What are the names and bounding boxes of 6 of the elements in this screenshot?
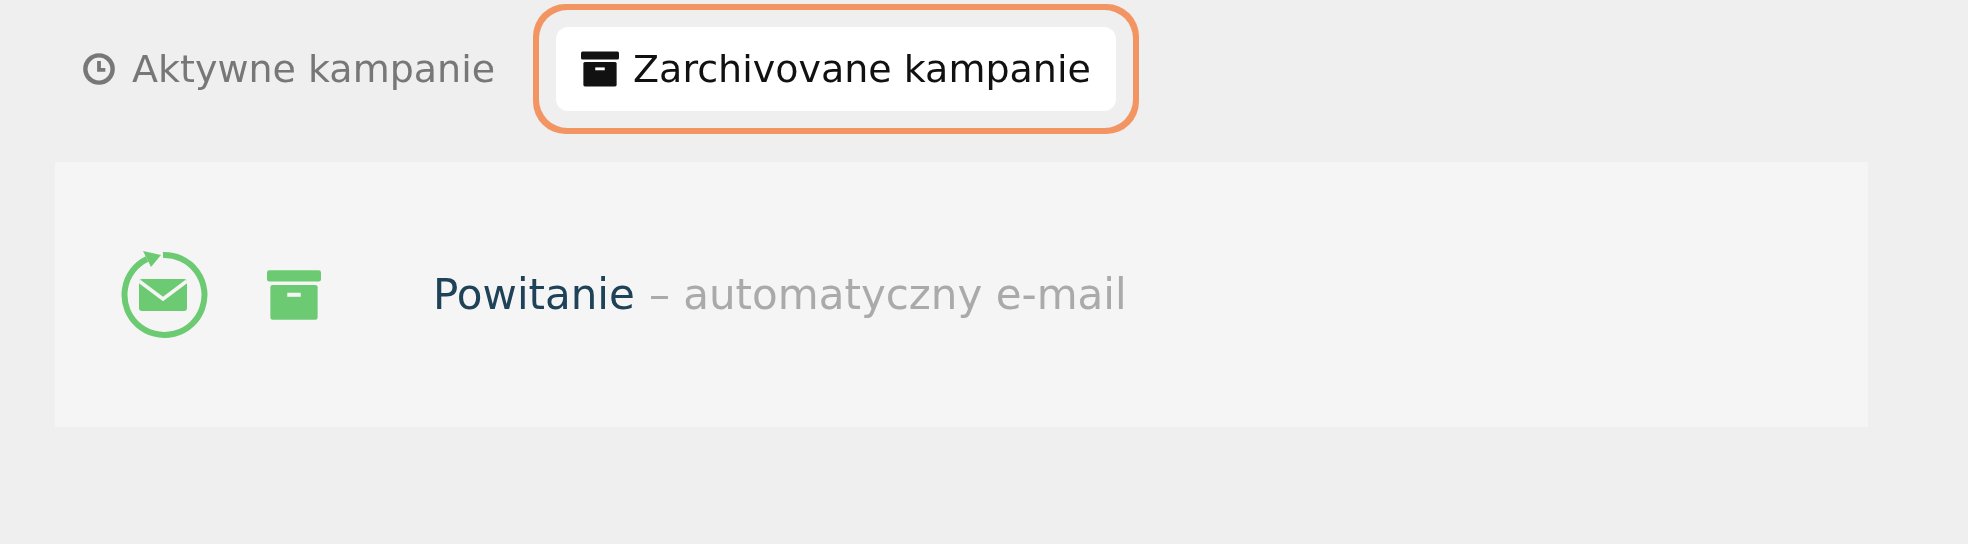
clock-icon	[80, 50, 118, 88]
tab[interactable]: Aktywne kampanie	[55, 27, 521, 111]
campaign-name[interactable]: Powitanie	[433, 270, 635, 319]
archive-box-icon	[267, 269, 321, 320]
archive-box-icon	[581, 50, 620, 88]
campaign-type: – automatyczny e-mail	[648, 270, 1127, 319]
